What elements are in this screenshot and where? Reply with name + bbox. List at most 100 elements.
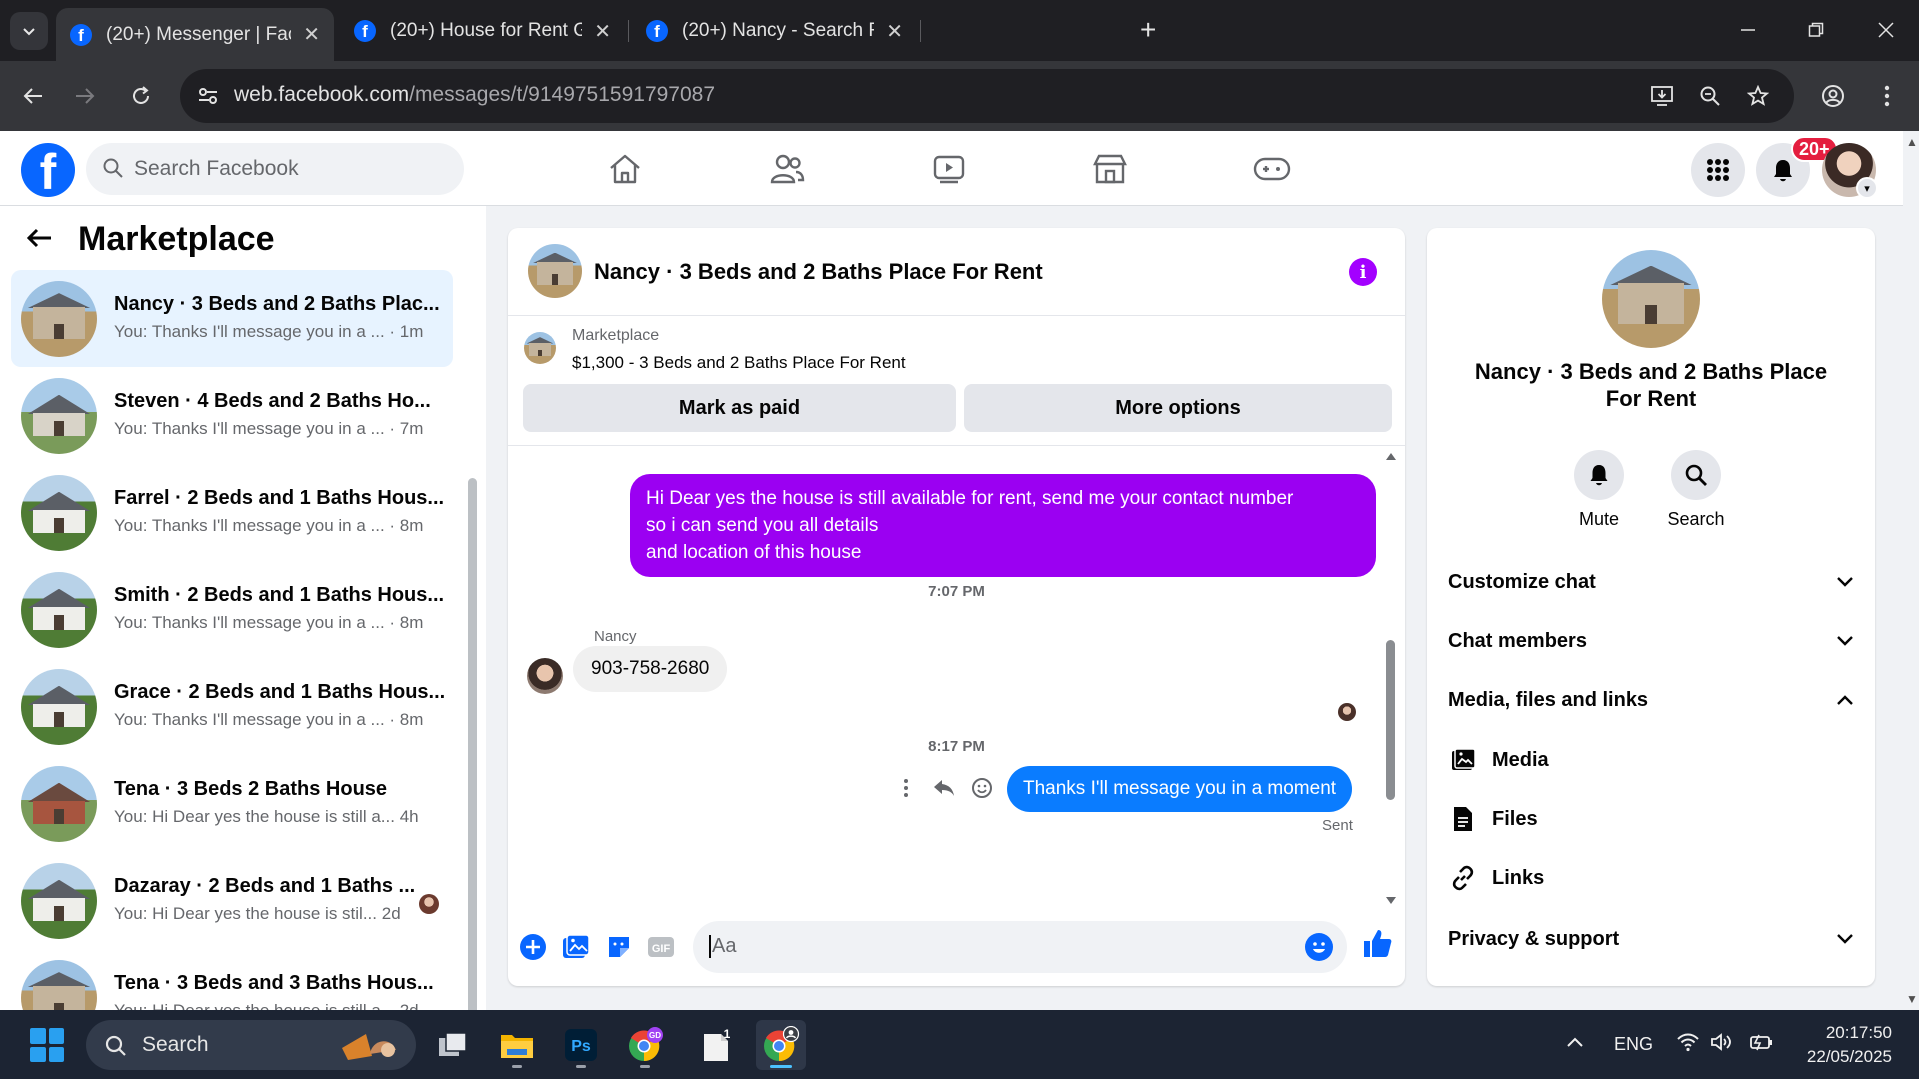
outgoing-message[interactable]: Thanks I'll message you in a moment <box>1007 766 1353 812</box>
add-plus-icon[interactable] <box>517 931 549 963</box>
reply-icon[interactable] <box>929 773 959 803</box>
scroll-up-arrow-icon[interactable]: ▲ <box>1906 135 1918 149</box>
facebook-search-input[interactable]: Search Facebook <box>86 143 464 195</box>
volume-icon[interactable] <box>1710 1032 1736 1057</box>
task-view-icon[interactable] <box>428 1020 478 1070</box>
close-tab-icon[interactable]: ✕ <box>594 19 611 44</box>
tab-search-chevron-icon[interactable] <box>10 12 48 50</box>
file-explorer-icon[interactable] <box>492 1020 542 1070</box>
conversation-item[interactable]: Tena · 3 Beds 2 Baths House You: Hi Dear… <box>11 755 453 852</box>
browser-menu-icon[interactable] <box>1868 77 1906 115</box>
wifi-icon[interactable] <box>1676 1032 1700 1057</box>
windows-start-icon[interactable] <box>30 1028 64 1062</box>
conversation-item[interactable]: Smith · 2 Beds and 1 Baths Hous... You: … <box>11 561 453 658</box>
zoom-icon[interactable] <box>1696 82 1724 110</box>
address-bar[interactable]: web.facebook.com/messages/t/914975159179… <box>180 69 1794 123</box>
listing-summary[interactable]: $1,300 - 3 Beds and 2 Baths Place For Re… <box>572 353 906 373</box>
scrollbar-thumb[interactable] <box>1386 640 1395 800</box>
running-indicator <box>640 1065 650 1068</box>
media-item[interactable]: Media <box>1448 740 1748 780</box>
minimize-icon[interactable] <box>1728 12 1768 48</box>
close-window-icon[interactable] <box>1866 12 1906 48</box>
profile-icon[interactable] <box>1814 77 1852 115</box>
home-icon[interactable] <box>601 145 649 193</box>
tab-nancy-search[interactable]: f (20+) Nancy - Search Results | F ✕ <box>632 8 917 54</box>
menu-grid-icon[interactable] <box>1691 143 1745 197</box>
close-tab-icon[interactable]: ✕ <box>303 22 320 47</box>
info-icon[interactable]: i <box>1349 258 1377 286</box>
chat-title[interactable]: Nancy · 3 Beds and 2 Baths Place For Ren… <box>594 259 1043 285</box>
friends-icon[interactable] <box>763 145 811 193</box>
more-options-button[interactable]: More options <box>964 384 1392 432</box>
site-info-icon[interactable] <box>194 82 222 110</box>
mute-button[interactable]: Mute <box>1559 450 1639 530</box>
taskbar-search[interactable]: Search <box>86 1020 416 1070</box>
conversation-item[interactable]: Grace · 2 Beds and 1 Baths Hous... You: … <box>11 658 453 755</box>
back-arrow-icon[interactable] <box>26 223 52 257</box>
tab-house-for-rent[interactable]: f (20+) House for Rent Gulshan-E ✕ <box>340 8 625 54</box>
scroll-down-arrow-icon[interactable]: ▼ <box>1906 992 1918 1006</box>
incoming-message[interactable]: 903-758-2680 <box>573 646 728 692</box>
thumbs-up-like-icon[interactable] <box>1359 925 1395 961</box>
chat-listing-avatar[interactable] <box>528 244 582 298</box>
files-item[interactable]: Files <box>1448 799 1748 839</box>
conversation-item[interactable]: Steven · 4 Beds and 2 Baths Ho... You: T… <box>11 367 453 464</box>
chat-members-row[interactable]: Chat members <box>1448 621 1854 661</box>
restore-icon[interactable] <box>1796 12 1836 48</box>
outgoing-message[interactable]: Hi Dear yes the house is still available… <box>630 474 1376 577</box>
conversation-item[interactable]: Tena · 3 Beds and 3 Baths Hous... You: H… <box>11 949 453 1010</box>
chrome-profile-icon[interactable]: GD <box>620 1020 670 1070</box>
privacy-support-row[interactable]: Privacy & support <box>1448 919 1854 959</box>
forward-icon[interactable] <box>66 77 104 115</box>
page-scrollbar[interactable]: ▲ ▼ <box>1903 131 1919 1010</box>
marketplace-icon[interactable] <box>1086 145 1134 193</box>
message-composer: GIF Aa <box>508 911 1405 986</box>
listing-thumbnail[interactable] <box>524 332 556 364</box>
battery-icon[interactable] <box>1748 1032 1774 1057</box>
chevron-down-icon <box>1836 928 1854 951</box>
conversation-preview: You: Thanks I'll message you in a ... · … <box>114 322 423 342</box>
gif-icon[interactable]: GIF <box>645 931 677 963</box>
react-emoji-icon[interactable] <box>967 773 997 803</box>
search-in-chat-button[interactable]: Search <box>1656 450 1736 530</box>
scrollbar-thumb[interactable] <box>468 478 477 1010</box>
new-tab-button[interactable]: + <box>1140 14 1156 46</box>
photoshop-icon[interactable]: Ps <box>556 1020 606 1070</box>
photo-attach-icon[interactable] <box>560 931 592 963</box>
conversation-item[interactable]: Dazaray · 2 Beds and 1 Baths ... You: Hi… <box>11 852 453 949</box>
sticker-icon[interactable] <box>603 931 635 963</box>
install-app-icon[interactable] <box>1648 82 1676 110</box>
preview-time: 2d <box>400 1001 419 1010</box>
chrome-active-icon[interactable] <box>756 1020 806 1070</box>
conversation-title: Tena · 3 Beds 2 Baths House <box>114 778 388 800</box>
account-chevron-icon[interactable]: ▾ <box>1856 177 1878 199</box>
system-clock[interactable]: 20:17:50 22/05/2025 <box>1782 1021 1892 1069</box>
media-files-links-row[interactable]: Media, files and links <box>1448 680 1854 720</box>
mark-as-paid-button[interactable]: Mark as paid <box>523 384 956 432</box>
media-label: Media <box>1492 748 1549 771</box>
tab-messenger[interactable]: f (20+) Messenger | Facebook ✕ <box>56 8 334 61</box>
emoji-picker-icon[interactable] <box>1305 933 1333 961</box>
sender-avatar[interactable] <box>527 658 563 694</box>
video-icon[interactable] <box>925 145 973 193</box>
listing-avatar-large[interactable] <box>1602 250 1700 348</box>
input-language[interactable]: ENG <box>1614 1034 1653 1055</box>
back-icon[interactable] <box>14 77 52 115</box>
listing-thumbnail <box>21 572 97 648</box>
facebook-logo-icon[interactable]: f <box>21 143 75 197</box>
tray-overflow-chevron-icon[interactable] <box>1566 1032 1584 1053</box>
chevron-down-icon <box>1836 571 1854 594</box>
message-input[interactable]: Aa <box>693 921 1347 973</box>
conversation-item[interactable]: Nancy · 3 Beds and 2 Baths Plac... You: … <box>11 270 453 367</box>
close-tab-icon[interactable]: ✕ <box>886 19 903 44</box>
notepad-icon[interactable]: 1 <box>692 1020 742 1070</box>
bookmark-star-icon[interactable] <box>1744 82 1772 110</box>
more-actions-icon[interactable] <box>891 773 921 803</box>
message-thread-scrollbar[interactable] <box>1385 450 1397 906</box>
gaming-icon[interactable] <box>1248 145 1296 193</box>
reload-icon[interactable] <box>122 77 160 115</box>
conversation-item[interactable]: Farrel · 2 Beds and 1 Baths Hous... You:… <box>11 464 453 561</box>
conversation-list-scrollbar[interactable] <box>468 478 479 1010</box>
customize-chat-row[interactable]: Customize chat <box>1448 562 1854 602</box>
links-item[interactable]: Links <box>1448 858 1748 898</box>
